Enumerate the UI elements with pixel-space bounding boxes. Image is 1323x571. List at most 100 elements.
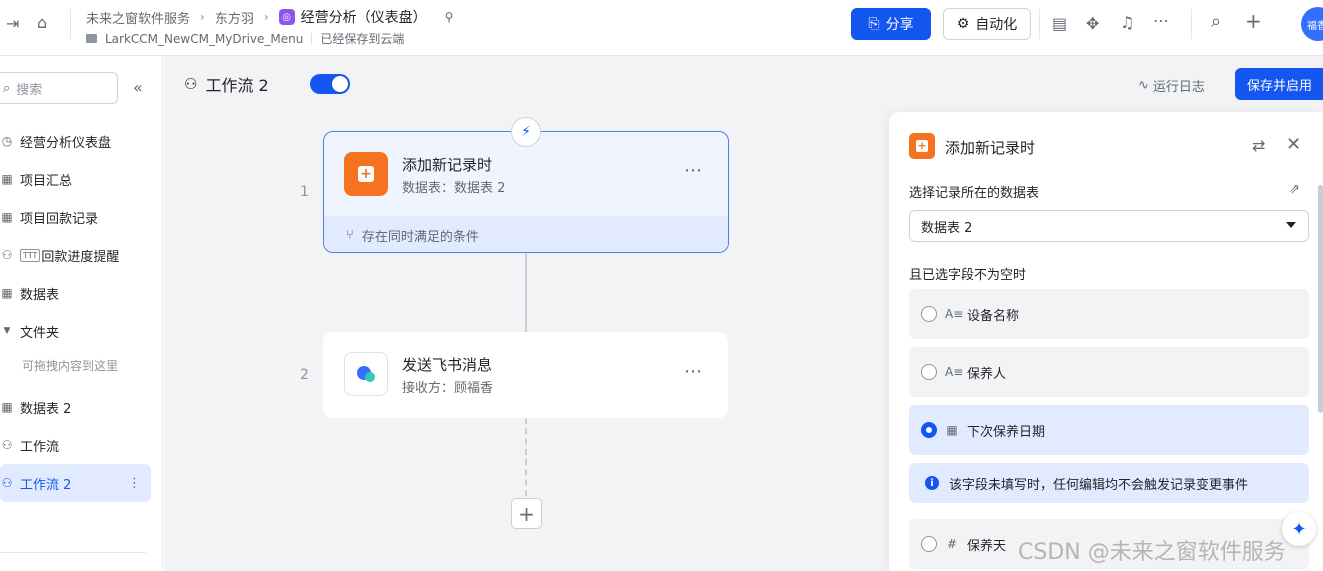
avatar[interactable]: 福香 <box>1301 7 1323 41</box>
pin-icon[interactable]: ⚲ <box>445 10 454 24</box>
plugin-icon[interactable]: ✥ <box>1086 16 1099 32</box>
panel-title: 添加新记录时 <box>945 139 1036 157</box>
step-number: 1 <box>300 184 309 200</box>
date-field-icon: ▦ <box>946 423 958 437</box>
add-record-icon: + <box>909 133 935 159</box>
more-icon[interactable]: ⋯ <box>684 160 703 181</box>
sidebar-item-label: 文件夹 <box>20 325 60 341</box>
sidebar-item-label: 项目回款记录 <box>20 211 99 227</box>
page-title[interactable]: ◎ 经营分析（仪表盘） <box>278 7 427 27</box>
ai-assistant-icon[interactable]: ✦ <box>1282 512 1316 546</box>
sidebar-item-label: 工作流 2 <box>20 477 72 493</box>
sidebar-item-payment-records[interactable]: ▦ 项目回款记录 <box>0 198 151 236</box>
lightning-icon: ⚡ <box>511 117 541 147</box>
divider <box>311 32 313 45</box>
caret-down-icon: ▼ <box>3 326 11 336</box>
workflow-title-text[interactable]: 工作流 2 <box>205 72 268 96</box>
workflow-icon: ⚇ <box>1 476 13 490</box>
chat-bubble-icon <box>357 366 375 382</box>
close-icon[interactable]: ✕ <box>1286 134 1301 155</box>
divider <box>0 552 146 553</box>
search-icon[interactable]: ⌕ <box>1211 13 1221 31</box>
dashboard-app-icon: ◎ <box>278 9 295 25</box>
workflow-icon: ⚇ <box>1 438 13 452</box>
node-title: 发送飞书消息 <box>402 356 493 374</box>
field-option[interactable]: A≡ 保养人 <box>909 347 1309 397</box>
sidebar-item-label: 经营分析仪表盘 <box>20 135 112 151</box>
more-vertical-icon[interactable]: ⋮ <box>128 476 141 491</box>
sidebar-item-label: 回款进度提醒 <box>41 249 120 265</box>
sidebar-item-data-table[interactable]: ▦ 数据表 <box>0 274 151 312</box>
radio-button[interactable] <box>921 536 937 552</box>
sub-path: LarkCCM_NewCM_MyDrive_Menu 已经保存到云端 <box>86 30 404 47</box>
info-text: 该字段未填写时，任何编辑均不会触发记录变更事件 <box>949 477 1249 493</box>
sidebar-item-label: 数据表 2 <box>20 401 72 417</box>
more-icon[interactable]: ⋯ <box>1153 13 1169 29</box>
radio-button[interactable] <box>921 364 937 380</box>
divider <box>1039 9 1040 39</box>
home-icon[interactable]: ⌂ <box>37 15 47 31</box>
sidebar-item-workflow-2[interactable]: ⚇ 工作流 2 ⋮ <box>0 464 151 502</box>
branch-icon: ⑂ <box>346 227 354 243</box>
drive-path[interactable]: LarkCCM_NewCM_MyDrive_Menu <box>105 32 303 46</box>
sidebar-item-dashboard[interactable]: ◷ 经营分析仪表盘 <box>0 122 151 160</box>
search-input[interactable]: ⌕ 搜索 <box>0 72 118 104</box>
field-label: 保养人 <box>967 366 1007 382</box>
add-record-icon: + <box>344 152 388 196</box>
table-select[interactable]: 数据表 2 <box>909 210 1309 242</box>
save-and-enable-button[interactable]: 保存并启用 <box>1235 68 1323 100</box>
sidebar-item-project-summary[interactable]: ▦ 项目汇总 <box>0 160 151 198</box>
search-icon: ⌕ <box>3 80 11 96</box>
run-log-label: 运行日志 <box>1152 80 1205 95</box>
folder-drop-hint: 可拖拽内容到这里 <box>22 358 119 373</box>
table-select-value: 数据表 2 <box>921 220 973 236</box>
external-link-icon[interactable]: ⇗ <box>1289 182 1300 197</box>
run-log-button[interactable]: ∿ 运行日志 <box>1138 76 1205 95</box>
condition-text: 存在同时满足的条件 <box>361 229 479 245</box>
sidebar-item-workflow[interactable]: ⚇ 工作流 <box>0 426 151 464</box>
connector-line <box>525 253 527 332</box>
sidebar-item-payment-reminder[interactable]: ⚇ TTT 回款进度提醒 <box>0 236 151 274</box>
swap-icon[interactable]: ⇄ <box>1252 136 1265 155</box>
workflow-icon: ⚇ <box>1 248 13 262</box>
breadcrumb: 未来之窗软件服务 › 东方羽 › ◎ 经营分析（仪表盘） ⚲ <box>86 7 453 27</box>
bell-icon[interactable]: ♫ <box>1120 15 1134 31</box>
connector-dashed-line <box>525 418 527 496</box>
top-bar: ⇥ ⌂ 未来之窗软件服务 › 东方羽 › ◎ 经营分析（仪表盘） ⚲ LarkC… <box>0 0 1323 56</box>
info-icon: i <box>925 476 939 490</box>
panel-scrollbar[interactable] <box>1318 185 1323 413</box>
breadcrumb-item[interactable]: 未来之窗软件服务 <box>86 8 190 27</box>
share-button[interactable]: ⎘ 分享 <box>851 8 931 40</box>
radio-button[interactable] <box>921 306 937 322</box>
breadcrumb-item[interactable]: 东方羽 <box>215 8 254 27</box>
sidebar-item-data-table-2[interactable]: ▦ 数据表 2 <box>0 388 151 426</box>
save-status: 已经保存到云端 <box>320 32 405 46</box>
field-option[interactable]: A≡ 设备名称 <box>909 289 1309 339</box>
sidebar-item-folder[interactable]: ▼ 文件夹 <box>0 312 151 350</box>
document-icon[interactable]: ▤ <box>1052 16 1067 32</box>
plus-icon[interactable]: + <box>1245 11 1262 31</box>
table-icon: ▦ <box>1 172 13 186</box>
share-label: 分享 <box>885 17 914 33</box>
radio-button-checked[interactable] <box>921 422 937 438</box>
add-step-button[interactable]: + <box>511 498 542 529</box>
dashboard-icon: ◷ <box>1 134 13 148</box>
config-panel: + 添加新记录时 ⇄ ✕ 选择记录所在的数据表 ⇗ 数据表 2 且已选字段不为空… <box>889 112 1323 571</box>
text-field-icon: A≡ <box>945 307 964 321</box>
label-tag-icon: TTT <box>20 248 41 262</box>
robot-icon: ⚙ <box>956 16 970 32</box>
more-icon[interactable]: ⋯ <box>684 361 703 382</box>
table-icon: ▦ <box>1 210 13 224</box>
field-label: 设备名称 <box>967 308 1020 324</box>
sidebar-toggle-icon[interactable]: ⇥ <box>6 16 19 32</box>
collapse-sidebar-icon[interactable]: « <box>133 78 143 97</box>
search-placeholder: 搜索 <box>16 82 43 98</box>
field-label: 下次保养日期 <box>967 424 1046 440</box>
field-option-selected[interactable]: ▦ 下次保养日期 <box>909 405 1309 455</box>
condition-row[interactable]: ⑂ 存在同时满足的条件 <box>324 216 728 252</box>
workflow-title: ⚇ 工作流 2 <box>184 72 269 96</box>
automation-button[interactable]: ⚙ 自动化 <box>943 8 1031 40</box>
workflow-enable-toggle[interactable] <box>310 74 350 94</box>
node-subtitle: 接收方：顾福香 <box>402 381 494 396</box>
sidebar: ⌕ 搜索 « ◷ 经营分析仪表盘 ▦ 项目汇总 ▦ 项目回款记录 ⚇ TTT 回… <box>0 56 163 571</box>
